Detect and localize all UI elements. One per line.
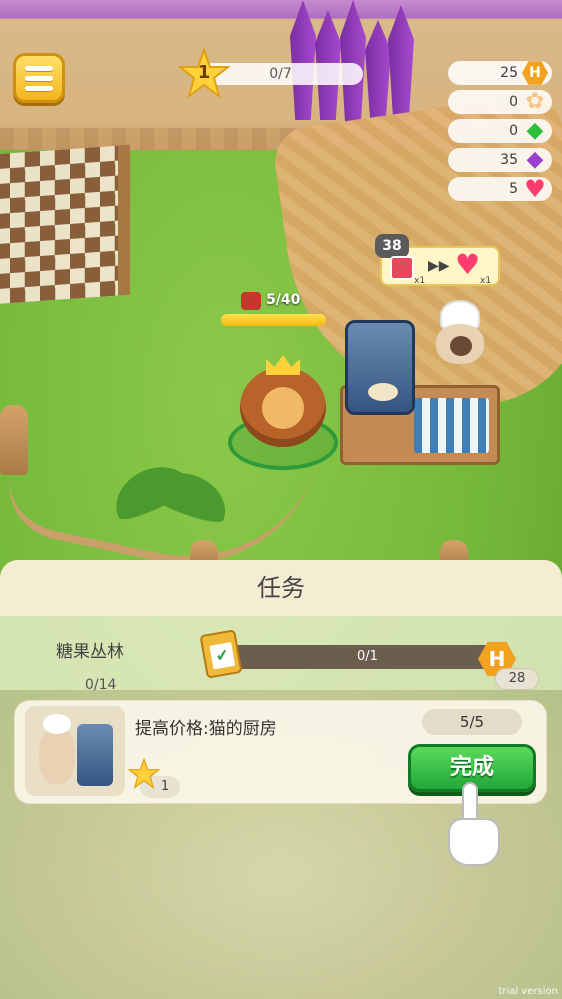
chef-hat-thumbnail (43, 714, 71, 734)
menu-line (25, 75, 53, 81)
hand-palm (448, 818, 500, 866)
counter-tablecloth (414, 398, 489, 453)
hex-coin-icon: H (520, 58, 550, 88)
resource-value: 0 (509, 94, 518, 110)
backpack-icon (241, 292, 261, 310)
resource-heart[interactable]: 5 ♥ (448, 177, 552, 201)
level-number: 1 (197, 62, 211, 83)
checker-floor (0, 144, 130, 306)
worker-capacity: 5/40 (266, 292, 301, 308)
task-progress: 5/5 (422, 709, 522, 735)
watermark: trial version (498, 986, 558, 997)
fast-forward-icon: ▶▶ (428, 258, 450, 274)
chapter-progress-bar: 0/1 (230, 645, 505, 669)
resource-green-gem[interactable]: 0 ◆ (448, 119, 552, 143)
energy-fill (221, 314, 326, 326)
resource-value: 25 (500, 65, 518, 81)
resource-value: 5 (509, 181, 518, 197)
resource-value: 35 (500, 152, 518, 168)
cat-mask (450, 336, 472, 356)
fence-post (0, 405, 28, 475)
resource-flower[interactable]: 0 ✿ (448, 90, 552, 114)
menu-button[interactable] (13, 53, 65, 103)
green-gem-icon: ◆ (526, 118, 544, 143)
lion-player[interactable] (228, 355, 338, 470)
heart-icon: ♥ (455, 248, 481, 281)
resource-honey-coin[interactable]: 25 H (448, 61, 552, 85)
menu-line (25, 85, 53, 91)
lion-face (262, 387, 304, 429)
chapter-name: 糖果丛林 (56, 642, 124, 662)
clipboard-check-icon (199, 629, 243, 679)
order-input-qty: x1 (414, 276, 426, 286)
purple-gem-icon: ◆ (526, 147, 544, 172)
flower-icon: ✿ (525, 89, 545, 114)
order-output-qty: x1 (480, 276, 492, 286)
chapter-count: 0/14 (85, 677, 117, 693)
cooking-machine[interactable] (345, 320, 415, 415)
crown-icon (266, 355, 300, 375)
gift-icon (390, 256, 414, 280)
resource-value: 0 (509, 123, 518, 139)
machine-bowl (368, 383, 398, 401)
energy-bar (221, 314, 326, 326)
cat-thumbnail (39, 728, 75, 784)
machine-thumbnail (77, 724, 113, 786)
tutorial-hand-icon (448, 782, 500, 870)
task-title: 提高价格:猫的厨房 (135, 719, 277, 739)
resource-purple-gem[interactable]: 35 ◆ (448, 148, 552, 172)
order-count-badge: 38 (375, 234, 409, 258)
menu-line (25, 65, 53, 71)
cat-kitchen-thumbnail (25, 706, 125, 796)
star-icon (127, 757, 161, 790)
cat-chef[interactable] (430, 300, 490, 385)
task-panel-title: 任务 (0, 560, 562, 616)
chapter-reward-count: 28 (495, 668, 539, 690)
heart-icon: ♥ (524, 175, 546, 203)
